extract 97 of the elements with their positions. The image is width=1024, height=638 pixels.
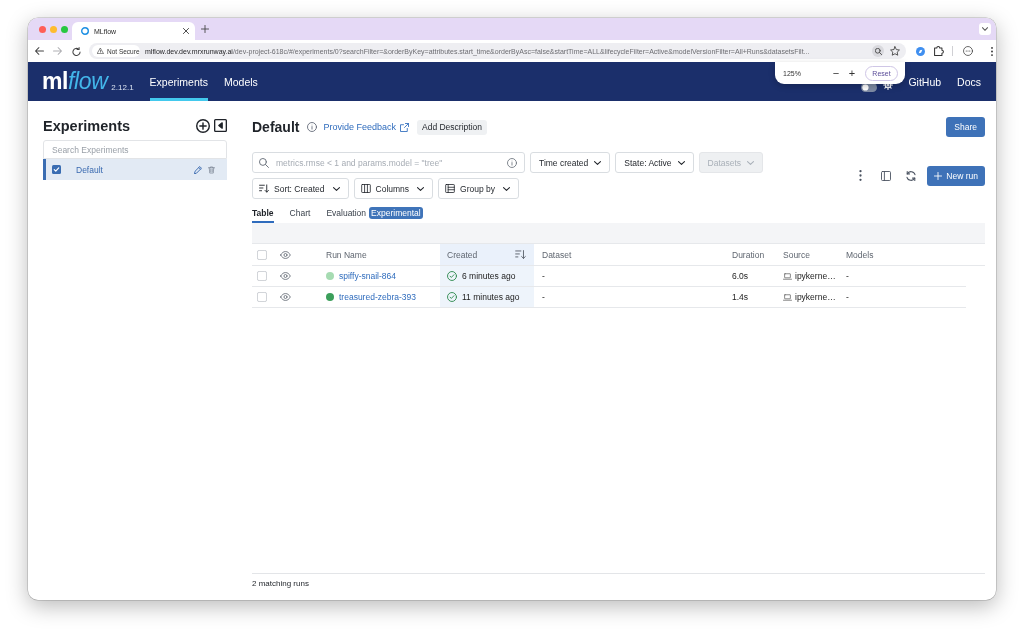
chevron-down-icon [747, 160, 755, 165]
page-title: Default [252, 119, 300, 135]
table-text: - [846, 292, 849, 302]
new-run-button[interactable]: New run [927, 165, 985, 186]
nav-tab[interactable]: Models [223, 62, 258, 101]
sort-icon [259, 184, 269, 193]
mlflow-logo[interactable]: mlflow [42, 70, 108, 93]
table-text: - [846, 271, 849, 281]
row-checkbox[interactable] [257, 292, 267, 302]
magnifier-icon [874, 47, 882, 55]
window-close-icon[interactable] [38, 25, 46, 33]
add-description-button[interactable]: Add Description [417, 119, 487, 135]
info-icon[interactable] [307, 122, 318, 132]
matching-runs-count: 2 matching runs [252, 579, 309, 588]
view-tab[interactable]: Chart [289, 205, 311, 223]
column-header[interactable]: Models [838, 244, 985, 265]
check-circle-icon [447, 271, 457, 281]
address-bar[interactable] [89, 43, 906, 59]
pencil-icon[interactable] [194, 165, 202, 174]
filter-dropdown[interactable]: Time created [530, 152, 611, 173]
select-all-checkbox[interactable] [257, 249, 267, 260]
run-name-link[interactable]: spiffy-snail-864 [339, 271, 396, 281]
eye-icon[interactable] [280, 272, 291, 280]
column-header[interactable]: Source [775, 244, 838, 265]
ring-icon [81, 27, 89, 35]
arrow-left-icon[interactable] [35, 47, 44, 55]
column-header[interactable]: Duration [724, 244, 775, 265]
laptop-icon [783, 272, 792, 280]
checkbox[interactable] [52, 165, 61, 174]
experimental-tag: Experimental [369, 207, 423, 219]
sort-button[interactable]: Sort: Created [252, 178, 349, 199]
column-header[interactable]: Created [440, 244, 534, 265]
zoom-out-button[interactable]: − [831, 67, 841, 79]
tab-list-button[interactable] [979, 23, 991, 35]
filter-dropdown: Datasets [698, 152, 764, 173]
zoom-in-button[interactable]: + [847, 67, 857, 79]
table-text: 1.4s [732, 292, 749, 302]
group-by-button[interactable]: Group by [438, 178, 520, 199]
row-checkbox[interactable] [257, 271, 267, 281]
table-icon [445, 184, 456, 193]
nav-tab[interactable]: Experiments [149, 62, 208, 101]
experiment-name[interactable]: Default [76, 164, 103, 175]
chevron-down-icon [594, 160, 602, 165]
share-button[interactable]: Share [946, 117, 985, 137]
disc-icon[interactable] [915, 46, 925, 56]
feedback-link[interactable]: Provide Feedback [323, 122, 409, 132]
panel-icon[interactable] [881, 170, 892, 181]
puzzle-icon[interactable] [933, 46, 944, 56]
source-text: ipykerne… [795, 271, 836, 281]
check-circle-icon [447, 292, 457, 302]
table-text: - [542, 271, 545, 281]
search-field[interactable]: metrics.rmse < 1 and params.model = "tree" [252, 152, 525, 173]
run-name-link[interactable]: treasured-zebra-393 [339, 292, 416, 302]
chevron-down-icon [982, 27, 988, 31]
trash-icon[interactable] [208, 165, 215, 174]
columns-button[interactable]: Columns [353, 178, 434, 199]
zoom-button[interactable] [872, 45, 884, 57]
search-input[interactable]: metrics.rmse < 1 and params.model = "tree" [276, 155, 507, 170]
nav-link[interactable]: Docs [957, 75, 981, 88]
eye-icon[interactable] [280, 250, 291, 259]
reload-icon[interactable] [72, 46, 81, 56]
eye-icon[interactable] [280, 293, 291, 301]
nav-link[interactable]: GitHub [908, 75, 942, 88]
view-tab[interactable]: Evaluation Experimental [326, 205, 423, 223]
search-field[interactable]: Search Experiments [43, 140, 227, 159]
laptop-icon [783, 293, 792, 301]
chevron-down-icon [503, 186, 511, 191]
external-link-icon [400, 122, 409, 132]
chevron-down-icon [332, 186, 340, 191]
version-label: 2.12.1 [111, 83, 134, 92]
close-icon[interactable] [183, 28, 189, 34]
star-icon[interactable] [890, 46, 900, 56]
more-vertical-icon[interactable] [859, 170, 863, 181]
add-circle-icon[interactable] [196, 119, 210, 133]
time-text: 11 minutes ago [462, 292, 520, 302]
refresh-icon[interactable] [906, 170, 917, 181]
more-vertical-icon[interactable] [990, 46, 993, 56]
chevron-down-icon [417, 186, 425, 191]
collapse-sidebar-icon[interactable] [214, 119, 227, 132]
warning-icon [97, 48, 104, 54]
filter-dropdown[interactable]: State: Active [615, 152, 694, 173]
info-icon[interactable] [507, 157, 517, 168]
columns-icon [360, 184, 371, 193]
profile-icon[interactable] [962, 46, 973, 56]
sidebar-title: Experiments [43, 118, 131, 134]
column-header[interactable]: Dataset [534, 244, 724, 265]
source-text: ipykerne… [795, 292, 836, 302]
plus-icon [934, 171, 943, 180]
search-icon [259, 157, 269, 168]
time-text: 6 minutes ago [462, 271, 516, 281]
experiment-row[interactable]: Default [43, 159, 227, 180]
new-tab-icon[interactable] [201, 25, 209, 33]
table-text: 6.0s [732, 271, 749, 281]
sort-icon[interactable] [515, 250, 526, 259]
chevron-down-icon [677, 160, 685, 165]
table-text: - [542, 292, 545, 302]
column-header[interactable]: Run Name [316, 244, 440, 265]
